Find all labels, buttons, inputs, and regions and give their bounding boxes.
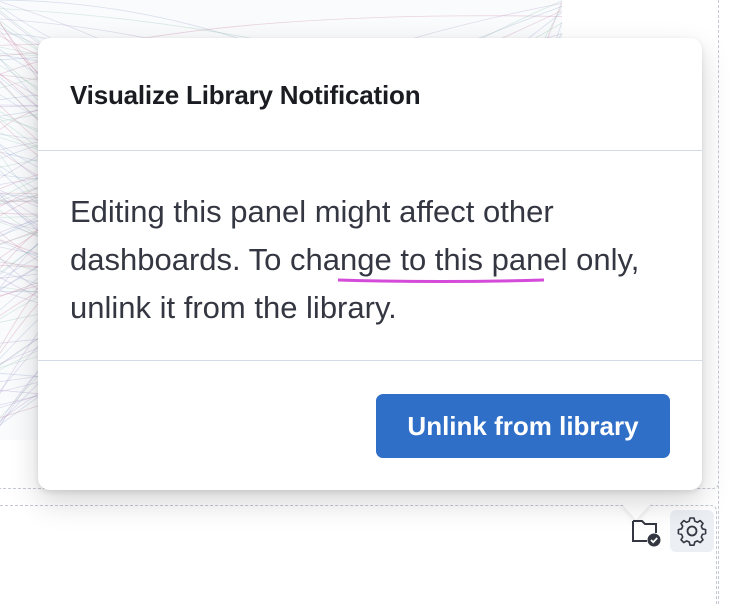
library-notification-popover: Visualize Library Notification Editing t…	[38, 38, 702, 490]
popover-title: Visualize Library Notification	[70, 80, 421, 110]
gutter-divider	[718, 0, 719, 604]
unlink-from-library-button[interactable]: Unlink from library	[376, 394, 670, 458]
spellcheck-underline	[338, 278, 544, 283]
popover-arrow	[620, 502, 652, 520]
footer-divider	[38, 360, 702, 361]
gear-icon	[677, 517, 707, 546]
panel-below	[0, 505, 717, 605]
header-divider	[38, 150, 702, 151]
popover-message: Editing this panel might affect other da…	[70, 194, 640, 325]
dashboard-gutter	[718, 0, 748, 604]
panel-options-button[interactable]	[670, 510, 714, 552]
